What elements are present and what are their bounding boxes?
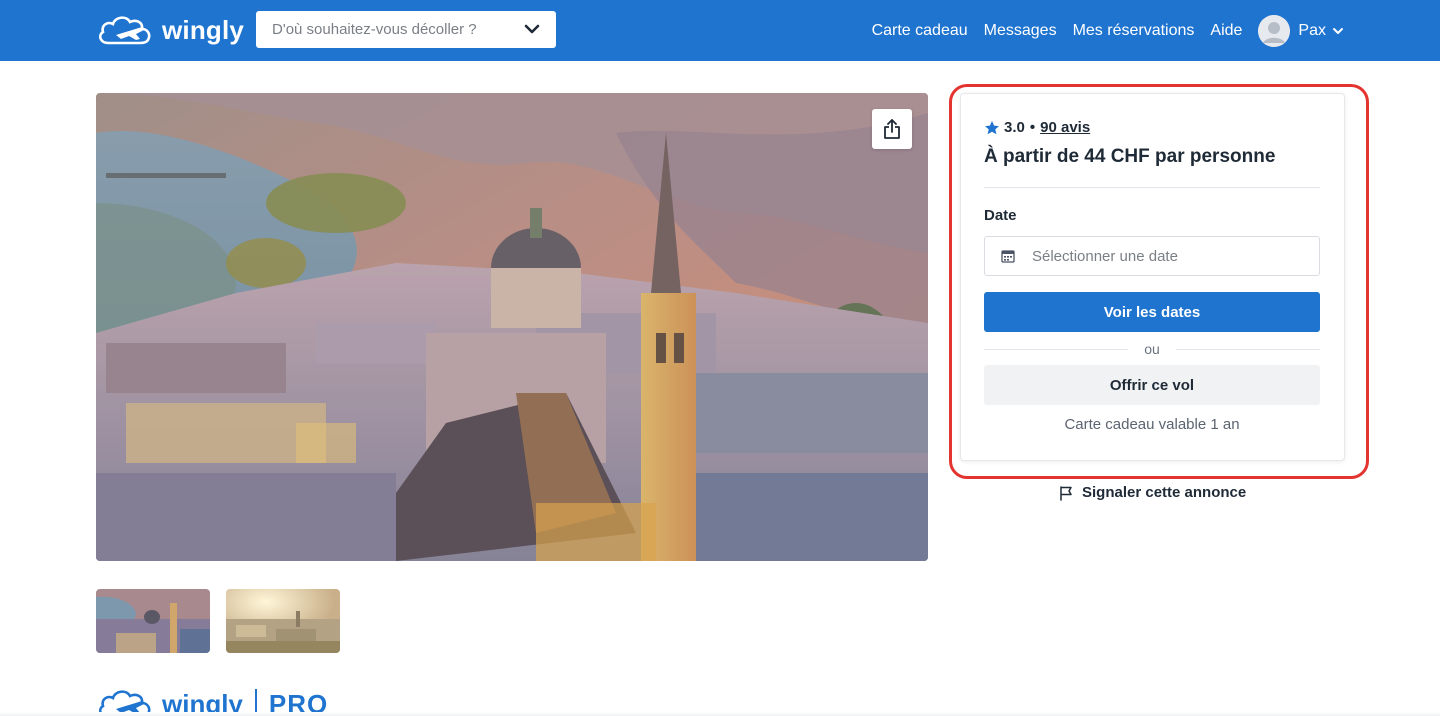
user-avatar-icon[interactable] — [1258, 14, 1291, 47]
user-menu[interactable]: Pax — [1258, 14, 1344, 47]
top-navigation-bar: wingly Carte cadeau Messages Mes réserva… — [0, 0, 1440, 61]
nav-gift-card[interactable]: Carte cadeau — [872, 22, 968, 40]
brand-name: wingly — [162, 14, 245, 45]
share-button[interactable] — [872, 109, 912, 149]
highlight-outline — [949, 84, 1369, 479]
section-shadow — [0, 712, 1440, 716]
flag-icon — [1060, 485, 1072, 501]
wingly-logo[interactable]: wingly — [96, 12, 244, 48]
report-listing-link[interactable]: Signaler cette annonce — [1058, 484, 1246, 501]
main-nav: Carte cadeau Messages Mes réservations A… — [856, 0, 1344, 61]
chevron-down-icon[interactable] — [524, 22, 540, 36]
user-name[interactable]: Pax — [1298, 22, 1326, 40]
wingly-plane-cloud-icon — [98, 16, 151, 45]
thumbnail-photo-2[interactable] — [226, 589, 340, 653]
departure-search-input[interactable] — [272, 21, 512, 38]
departure-search[interactable] — [256, 11, 556, 48]
report-listing-label[interactable]: Signaler cette annonce — [1082, 484, 1246, 501]
hero-photo-salzburg[interactable] — [96, 93, 928, 561]
nav-messages[interactable]: Messages — [984, 22, 1057, 40]
share-icon — [884, 119, 900, 139]
nav-reservations[interactable]: Mes réservations — [1073, 22, 1195, 40]
thumbnail-photo-1[interactable] — [96, 589, 210, 653]
nav-help[interactable]: Aide — [1210, 22, 1242, 40]
chevron-down-icon[interactable] — [1332, 26, 1344, 36]
